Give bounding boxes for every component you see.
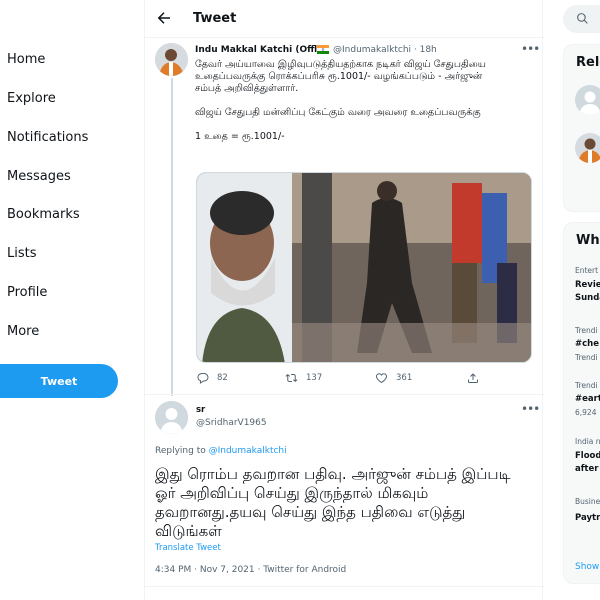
tweet-text-p2: விஜய் சேதுபதி மன்னிப்பு கேட்கும் வரை அவர… [195,107,481,118]
trend-category: Trendi [575,326,598,335]
tweet-author-handle[interactable]: @Indumakalktchi · 18h [333,45,437,55]
trend-title-line2[interactable]: Sunda [575,293,600,303]
back-arrow-icon[interactable] [155,9,173,27]
divider [145,394,544,395]
relevant-people-card: Rele [563,44,600,212]
trend-title[interactable]: Flood [575,451,600,461]
avatar[interactable] [155,43,188,76]
nav-home[interactable]: Home [7,52,45,67]
trend-title[interactable]: Revie [575,280,600,290]
like-action[interactable]: 361 [375,372,412,384]
more-options-icon[interactable]: ••• [521,42,540,56]
replying-to: Replying to @Indumakalktchi [155,446,287,456]
trend-category: Entert [575,266,599,275]
trend-title[interactable]: #che [575,339,599,349]
page-title: Tweet [193,11,237,26]
tweet-media[interactable] [196,172,532,363]
heart-icon [375,373,388,384]
nav-lists[interactable]: Lists [7,246,37,261]
trend-category: Trendi [575,381,598,390]
search-box[interactable] [563,5,600,33]
reply-action[interactable]: 82 [197,372,228,384]
relevant-avatar-1[interactable] [575,85,600,115]
whats-happening-card: Wha Entert Revie Sunda Trendi #che Trend… [563,222,600,584]
nav-messages[interactable]: Messages [7,169,71,184]
default-avatar-icon [575,85,600,115]
tweet-text-p3: 1 உதை = ரூ.1001/- [195,131,285,142]
trend-title[interactable]: #eart [575,394,600,404]
default-avatar-icon [155,401,188,434]
reply-author-name[interactable]: sr [196,405,205,415]
show-more-link[interactable]: Show [575,562,599,572]
replying-prefix: Replying to [155,446,209,456]
reply-icon [197,373,209,384]
india-flag-icon [317,45,329,54]
trend-category: Busine [575,497,600,506]
trend-subtitle: Trendi [575,353,598,362]
tweet-text-p1: தேவர் அய்யாவை இழிவுபடுத்தியதற்காக நடிகர்… [195,59,486,94]
share-icon [468,373,478,383]
nav-notifications[interactable]: Notifications [7,130,88,145]
tweet-text: தேவர் அய்யாவை இழிவுபடுத்தியதற்காக நடிகர்… [195,59,495,155]
share-action[interactable] [467,372,479,384]
trend-category: India n [575,437,600,446]
page-header: Tweet [145,0,544,38]
reply-author-handle[interactable]: @SridharV1965 [196,418,267,428]
compose-tweet-button[interactable]: Tweet [0,364,118,398]
trend-title-line2[interactable]: after [575,464,598,474]
nav-bookmarks[interactable]: Bookmarks [7,207,80,222]
retweet-count: 137 [306,373,323,383]
translate-tweet-link[interactable]: Translate Tweet [155,543,221,553]
avatar-photo [155,43,188,76]
relevant-people-title: Rele [576,55,600,70]
right-sidebar: Rele Wha Entert Revie Sunda Trendi #che … [543,0,600,600]
reply-count: 82 [217,373,228,383]
like-count: 361 [396,373,413,383]
trend-count: 6,924 [575,408,597,417]
relevant-avatar-2[interactable] [575,133,600,163]
tweet-author-name[interactable]: Indu Makkal Katchi (Offl) [195,45,321,55]
tweet-media-image [197,173,531,362]
reply-text: இது ரொம்ப தவறான பதிவு. அர்ஜுன் சம்பத் இப… [155,465,511,540]
main-column: Tweet Indu Makkal Katchi (Offl) @Indumak… [144,0,544,600]
reply-more-options-icon[interactable]: ••• [521,402,540,416]
divider [145,586,544,587]
nav-more[interactable]: More [7,324,39,339]
nav-explore[interactable]: Explore [7,91,56,106]
retweet-action[interactable]: 137 [285,372,322,384]
avatar-photo [575,133,600,163]
reply-avatar[interactable] [155,401,188,434]
thread-line [171,78,173,396]
tweet-timestamp[interactable]: 4:34 PM · Nov 7, 2021 · Twitter for Andr… [155,565,346,575]
whats-happening-title: Wha [576,233,600,248]
replying-to-link[interactable]: @Indumakalktchi [209,446,287,456]
search-icon [577,13,588,24]
nav-profile[interactable]: Profile [7,285,47,300]
trend-title[interactable]: Paytr [575,513,600,523]
left-nav: Home Explore Notifications Messages Book… [0,0,144,600]
retweet-icon [285,373,298,383]
